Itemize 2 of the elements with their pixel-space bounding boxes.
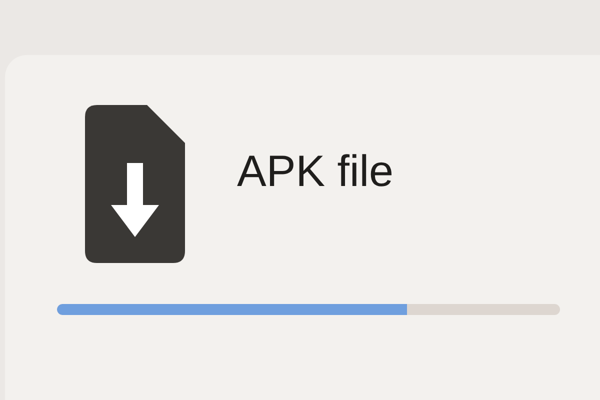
file-name: APK file: [237, 147, 394, 197]
file-download-icon: [85, 105, 185, 263]
